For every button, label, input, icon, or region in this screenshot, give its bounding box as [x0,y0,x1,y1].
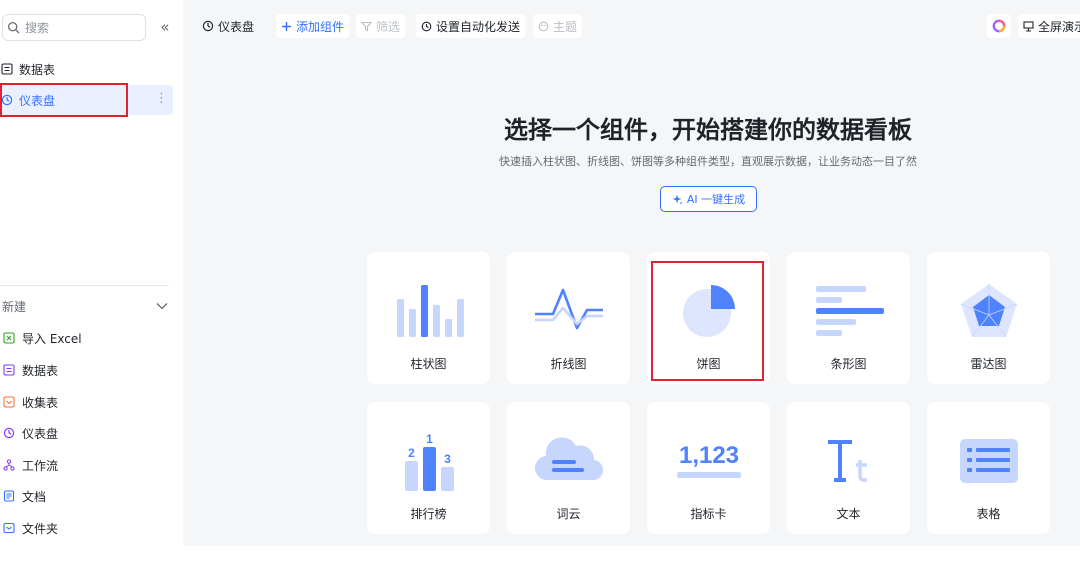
clock-send-icon [421,21,432,32]
rank-1: 1 [426,432,433,446]
chevron-down-icon [156,303,168,310]
table-icon [0,62,14,76]
excel-icon [2,331,16,345]
word-cloud-icon [507,426,630,496]
theme-button[interactable]: 主题 [533,14,583,38]
sidebar-item-datatable[interactable]: 数据表 [0,54,173,84]
dashboard-icon [0,93,14,107]
ranking-icon: 2 1 3 [367,426,490,496]
text-icon [787,426,910,496]
rank-3: 3 [444,452,451,466]
workflow-icon [2,458,16,472]
table-icon [2,363,16,377]
bottom-strip [0,546,1080,574]
new-doc[interactable]: 文档 [2,485,46,507]
plus-icon [281,21,292,32]
collapse-sidebar-icon[interactable]: « [156,17,174,37]
sidebar-item-label: 仪表盘 [19,93,56,108]
pie-chart-icon [647,276,770,346]
dashboard-title[interactable]: 仪表盘 [197,14,259,38]
filter-label: 筛选 [376,19,401,34]
presentation-icon [1023,20,1034,32]
widget-label: 排行榜 [410,507,447,521]
dashboard-icon [2,426,16,440]
theme-label: 主题 [553,19,578,34]
ai-assistant-button[interactable] [987,14,1011,38]
widget-label: 柱状图 [410,357,447,371]
filter-icon [361,21,372,32]
widget-label: 词云 [556,507,581,521]
widget-card-pie-chart[interactable]: 饼图 [647,252,770,384]
new-item-label: 工作流 [22,458,59,473]
new-workflow[interactable]: 工作流 [2,454,58,476]
widget-label: 雷达图 [970,357,1007,371]
new-folder[interactable]: 文件夹 [2,517,58,539]
widget-card-metric[interactable]: 1,123 指标卡 [647,402,770,534]
new-dashboard[interactable]: 仪表盘 [2,422,58,444]
sparkle-icon [672,194,683,205]
folder-icon [2,521,16,535]
ai-generate-label: AI 一键生成 [686,193,746,206]
filter-button[interactable]: 筛选 [356,14,406,38]
metric-card-icon: 1,123 [647,426,770,496]
sidebar-item-label: 数据表 [19,62,56,77]
new-import-excel[interactable]: 导入 Excel [2,327,82,349]
table-widget-icon [927,426,1050,496]
new-item-label: 导入 Excel [22,331,82,346]
metric-value: 1,123 [678,442,738,469]
line-chart-icon [507,276,630,346]
widget-label: 指标卡 [690,507,727,521]
rank-2: 2 [408,446,415,460]
form-icon [2,395,16,409]
new-item-label: 仪表盘 [22,426,59,441]
automation-send-label: 设置自动化发送 [436,19,521,34]
widget-card-text[interactable]: 文本 [787,402,910,534]
widget-card-word-cloud[interactable]: 词云 [507,402,630,534]
search-placeholder: 搜索 [25,21,50,35]
new-item-label: 收集表 [22,395,59,410]
palette-icon [538,21,549,32]
widget-card-radar-chart[interactable]: 雷达图 [927,252,1050,384]
widget-label: 文本 [836,507,861,521]
ai-assistant-icon [992,19,1006,33]
more-options-icon[interactable]: ⋮ [155,91,168,107]
new-datatable[interactable]: 数据表 [2,359,58,381]
widget-card-line-chart[interactable]: 折线图 [507,252,630,384]
new-item-label: 数据表 [22,363,59,378]
new-item-label: 文件夹 [22,521,59,536]
fullscreen-present-label: 全屏演示 [1038,19,1080,34]
add-widget-label: 添加组件 [296,19,345,34]
hero-title: 选择一个组件，开始搭建你的数据看板 [504,116,912,144]
add-widget-button[interactable]: 添加组件 [276,14,350,38]
search-icon [7,21,20,34]
widget-card-table[interactable]: 表格 [927,402,1050,534]
radar-chart-icon [927,276,1050,346]
dashboard-title-label: 仪表盘 [218,19,255,34]
sidebar: 搜索 « 数据表 仪表盘 ⋮ 新建 导入 Excel 数据表 收集表 仪表盘 工… [0,0,183,574]
dashboard-icon [202,20,214,32]
search-input[interactable]: 搜索 [2,14,146,41]
widget-label: 表格 [976,507,1001,521]
new-section-title: 新建 [2,299,27,314]
widget-label: 条形图 [830,357,867,371]
new-form[interactable]: 收集表 [2,391,58,413]
doc-icon [2,489,16,503]
widget-card-bar-chart[interactable]: 柱状图 [367,252,490,384]
new-item-label: 文档 [22,489,47,504]
widget-label: 饼图 [696,357,721,371]
widget-card-horizontal-bar[interactable]: 条形图 [787,252,910,384]
new-section-header[interactable]: 新建 [2,296,168,316]
automation-send-button[interactable]: 设置自动化发送 [416,14,526,38]
fullscreen-present-button[interactable]: 全屏演示 [1018,14,1080,38]
app-window: 搜索 « 数据表 仪表盘 ⋮ 新建 导入 Excel 数据表 收集表 仪表盘 工… [0,0,1080,574]
ai-generate-button[interactable]: AI 一键生成 [660,186,757,212]
bar-chart-icon [367,276,490,346]
sidebar-divider [0,285,169,286]
widget-label: 折线图 [550,357,587,371]
widget-card-ranking[interactable]: 2 1 3 排行榜 [367,402,490,534]
toolbar: 仪表盘 添加组件 筛选 设置自动化发送 主题 全屏演 [183,0,1080,52]
hero-subtitle: 快速插入柱状图、折线图、饼图等多种组件类型，直观展示数据，让业务动态一目了然 [499,155,917,168]
horizontal-bar-icon [787,276,910,346]
